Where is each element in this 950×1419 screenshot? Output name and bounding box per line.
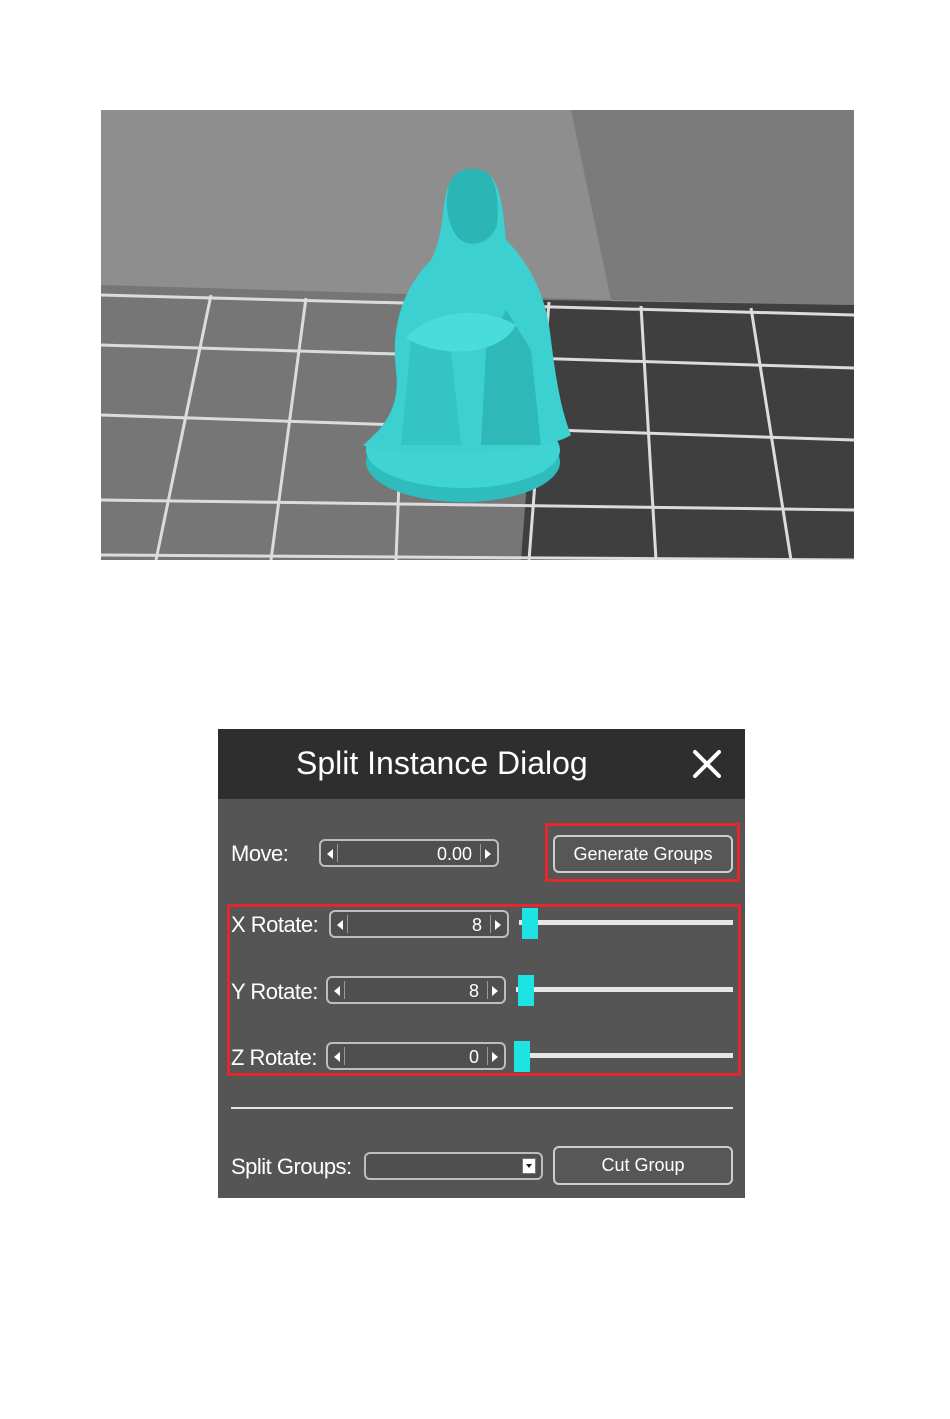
dialog-title: Split Instance Dialog [296, 745, 588, 781]
z-rotate-label: Z Rotate: [231, 1045, 317, 1070]
z-rotate-slider-track[interactable] [516, 1053, 733, 1058]
y-rotate-label: Y Rotate: [231, 979, 318, 1004]
decrement-arrow-icon[interactable] [337, 920, 343, 930]
decrement-arrow-icon[interactable] [334, 986, 340, 996]
decrement-arrow-icon[interactable] [327, 849, 333, 859]
3d-viewport[interactable] [101, 110, 854, 560]
z-rotate-slider-thumb[interactable] [514, 1041, 530, 1072]
dialog-title-bar[interactable]: Split Instance Dialog [218, 729, 745, 799]
move-value[interactable]: 0.00 [437, 844, 472, 865]
y-rotate-slider-thumb[interactable] [518, 975, 534, 1006]
increment-arrow-icon[interactable] [495, 920, 501, 930]
x-rotate-spinbox[interactable]: 8 [329, 910, 509, 938]
decrement-arrow-icon[interactable] [334, 1052, 340, 1062]
y-rotate-spinbox[interactable]: 8 [326, 976, 506, 1004]
scene-render [101, 110, 854, 560]
x-rotate-slider-track[interactable] [519, 920, 733, 925]
move-label: Move: [231, 841, 289, 866]
y-rotate-value[interactable]: 8 [469, 981, 479, 1002]
section-divider [231, 1107, 733, 1109]
close-x-icon[interactable] [690, 747, 724, 781]
increment-arrow-icon[interactable] [492, 986, 498, 996]
x-rotate-slider-thumb[interactable] [522, 908, 538, 939]
chevron-down-icon[interactable] [522, 1158, 536, 1174]
split-instance-dialog: Split Instance Dialog Move: 0.00 Generat… [218, 729, 745, 1198]
z-rotate-value[interactable]: 0 [469, 1047, 479, 1068]
y-rotate-slider-track[interactable] [516, 987, 733, 992]
z-rotate-spinbox[interactable]: 0 [326, 1042, 506, 1070]
x-rotate-label: X Rotate: [231, 912, 319, 937]
cut-group-button[interactable]: Cut Group [553, 1146, 733, 1185]
increment-arrow-icon[interactable] [492, 1052, 498, 1062]
increment-arrow-icon[interactable] [485, 849, 491, 859]
split-groups-label: Split Groups: [231, 1154, 352, 1179]
move-spinbox[interactable]: 0.00 [319, 839, 499, 867]
split-groups-dropdown[interactable] [364, 1152, 543, 1180]
generate-groups-button[interactable]: Generate Groups [553, 835, 733, 873]
x-rotate-value[interactable]: 8 [472, 915, 482, 936]
